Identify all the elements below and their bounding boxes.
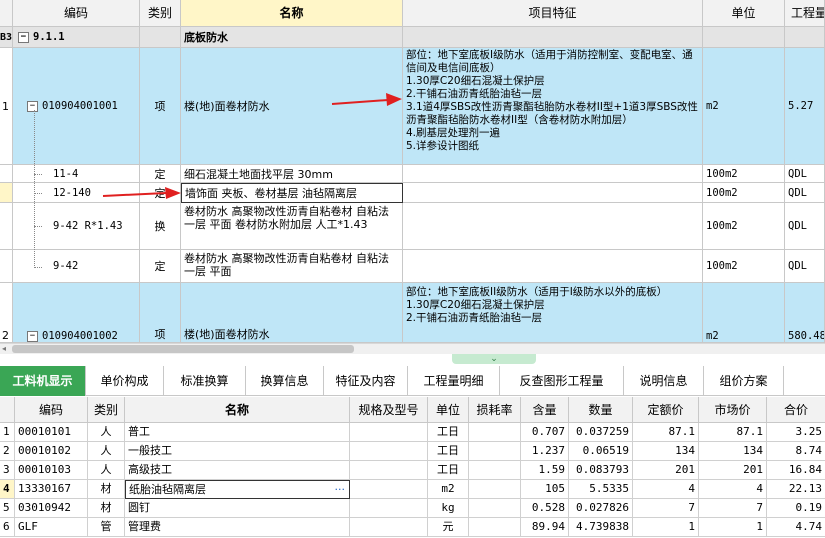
red-arrow-icon xyxy=(331,93,402,106)
red-arrow-icon xyxy=(102,187,181,199)
annotation-arrows xyxy=(102,93,402,199)
